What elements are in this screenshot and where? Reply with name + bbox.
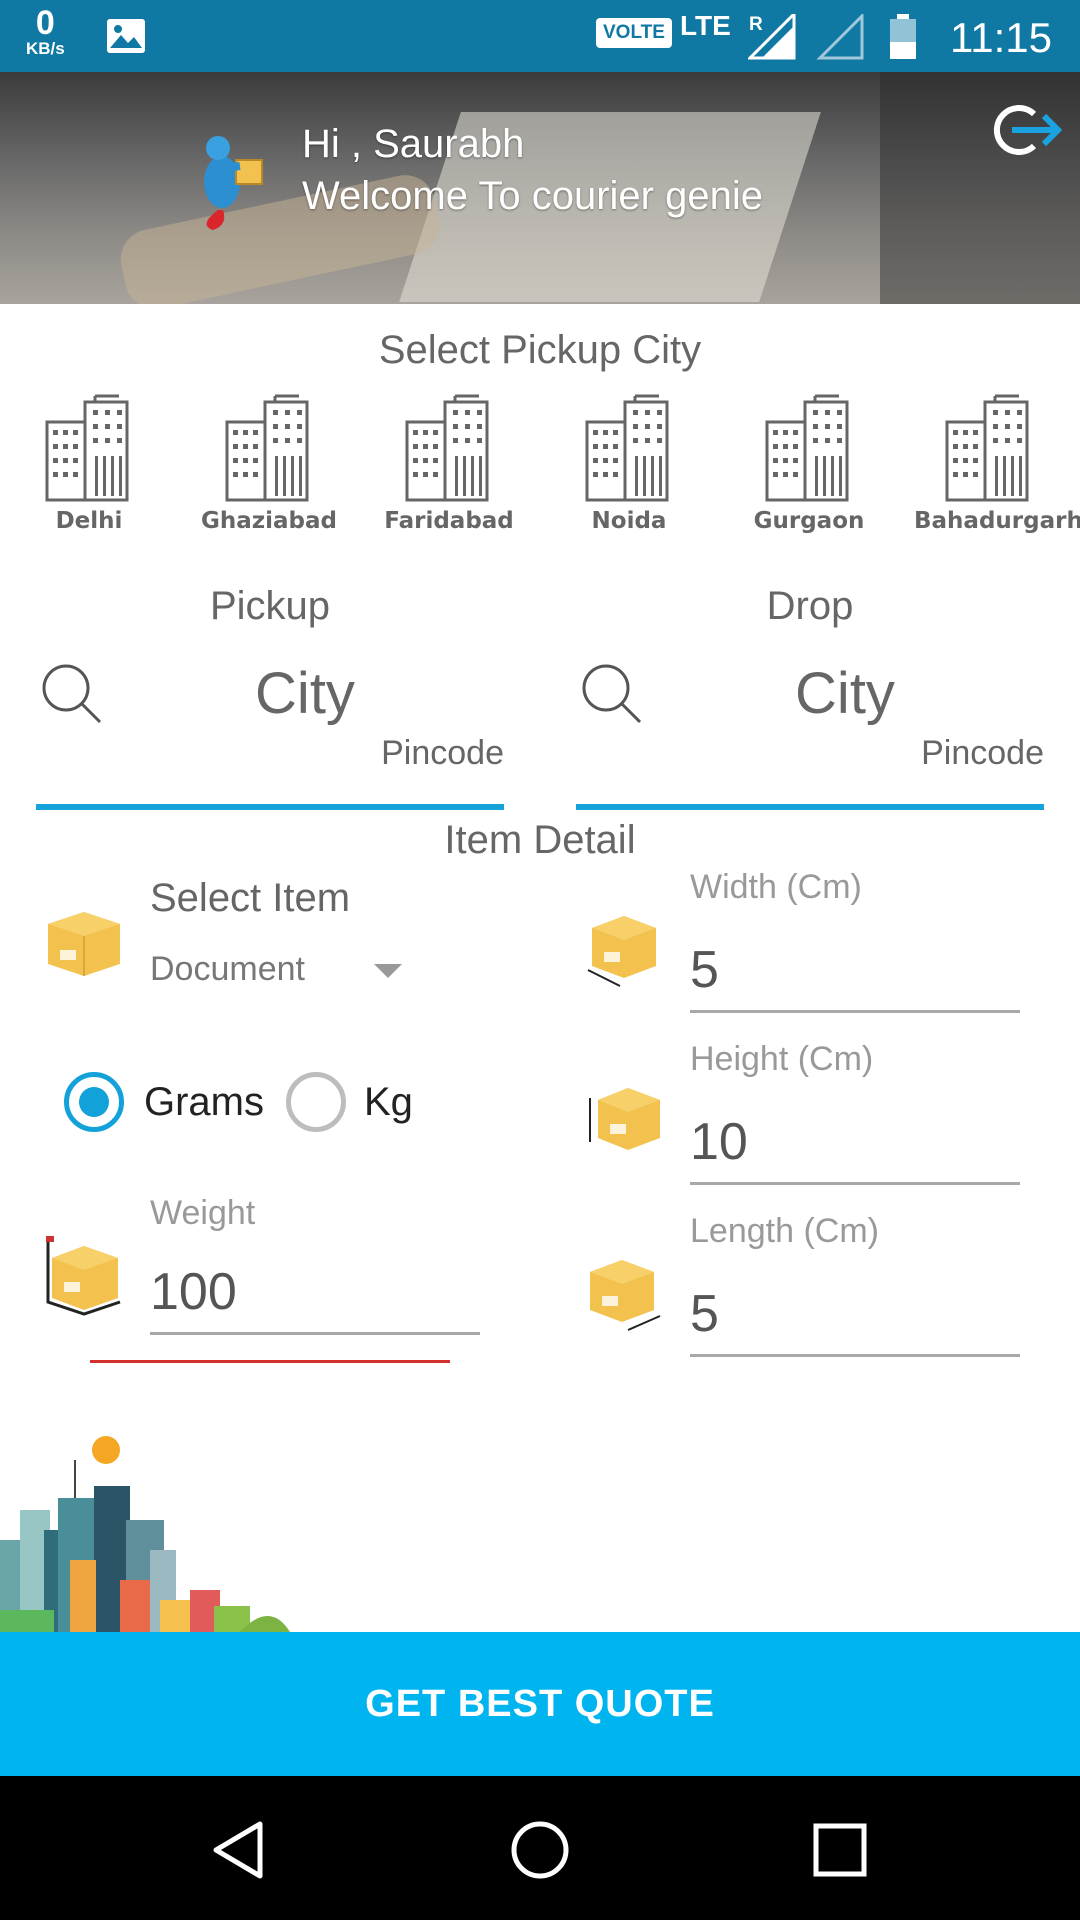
drop-panel: Drop City Pincode <box>540 572 1080 812</box>
greeting-name: Hi , Saurabh <box>302 122 525 166</box>
signal-sim2-icon <box>816 14 864 60</box>
volte-badge: VOLTE <box>596 18 672 48</box>
system-nav-bar <box>0 1776 1080 1920</box>
grams-label: Grams <box>144 1080 264 1124</box>
building-icon <box>945 394 1029 502</box>
chevron-down-icon <box>374 964 402 978</box>
weight-package-icon <box>46 1236 121 1316</box>
city-option-delhi[interactable]: Delhi <box>14 392 164 534</box>
building-icon <box>225 394 309 502</box>
city-option-faridabad[interactable]: Faridabad <box>374 392 524 534</box>
height-underline <box>690 1182 1020 1185</box>
recent-apps-icon[interactable] <box>808 1818 872 1882</box>
width-underline <box>690 1010 1020 1013</box>
city-label: Ghaziabad <box>200 508 337 534</box>
grams-radio[interactable] <box>64 1072 124 1132</box>
width-label: Width (Cm) <box>690 868 862 906</box>
pickup-underline <box>36 804 504 810</box>
pickup-pincode-input[interactable]: Pincode <box>381 734 504 773</box>
city-label: Bahadurgarh <box>914 508 1080 534</box>
weight-error-line <box>90 1360 450 1363</box>
drop-pincode-input[interactable]: Pincode <box>921 734 1044 773</box>
roaming-indicator: R <box>749 14 763 35</box>
back-icon[interactable] <box>208 1818 272 1882</box>
city-label: Delhi <box>55 508 123 534</box>
drop-city-input[interactable]: City <box>740 660 950 727</box>
weight-label: Weight <box>150 1194 256 1232</box>
length-package-icon <box>590 1260 661 1331</box>
drop-underline <box>576 804 1044 810</box>
width-input[interactable]: 5 <box>690 940 719 1000</box>
kg-radio[interactable] <box>286 1072 346 1132</box>
city-label: Noida <box>591 508 667 534</box>
item-detail-title: Item Detail <box>444 818 636 862</box>
battery-icon <box>890 14 916 59</box>
height-label: Height (Cm) <box>690 1040 874 1078</box>
height-input[interactable]: 10 <box>690 1112 748 1172</box>
status-bar: 0 KB/s VOLTE LTE R 11:15 <box>0 0 1080 72</box>
greeting-text: Hi , Saurabh Welcome To courier genie <box>302 118 763 222</box>
length-label: Length (Cm) <box>690 1212 879 1250</box>
pickup-heading: Pickup <box>209 584 331 628</box>
building-icon <box>765 394 849 502</box>
gallery-notification-icon <box>107 19 145 53</box>
pickup-city-input[interactable]: City <box>200 660 410 727</box>
city-option-gurgaon[interactable]: Gurgaon <box>734 392 884 534</box>
kg-label: Kg <box>364 1080 413 1124</box>
logout-icon[interactable] <box>988 100 1064 160</box>
package-icon <box>48 912 120 976</box>
network-speed-unit: KB/s <box>26 39 65 58</box>
select-pickup-city-title: Select Pickup City <box>378 328 702 372</box>
building-icon <box>45 394 129 502</box>
length-input[interactable]: 5 <box>690 1284 719 1344</box>
welcome-header: Hi , Saurabh Welcome To courier genie <box>0 72 1080 304</box>
item-type-value: Document <box>150 950 305 988</box>
item-type-dropdown[interactable]: Document <box>150 950 410 994</box>
city-label: Faridabad <box>384 508 514 534</box>
city-skyline-illustration <box>0 1436 290 1632</box>
weight-input[interactable]: 100 <box>150 1262 237 1322</box>
network-type: LTE <box>680 10 731 41</box>
city-option-noida[interactable]: Noida <box>554 392 704 534</box>
search-icon[interactable] <box>580 662 644 726</box>
clock: 11:15 <box>950 14 1052 61</box>
drop-heading: Drop <box>766 584 854 628</box>
city-list: Delhi Ghaziabad Faridabad Noida Gurgaon … <box>0 392 1080 542</box>
get-best-quote-button[interactable]: GET BEST QUOTE <box>0 1632 1080 1776</box>
welcome-message: Welcome To courier genie <box>302 174 763 218</box>
network-speed-value: 0 <box>35 4 55 42</box>
genie-mascot-icon <box>204 136 263 230</box>
height-package-icon <box>589 1088 660 1150</box>
length-underline <box>690 1354 1020 1357</box>
city-label: Gurgaon <box>753 508 865 534</box>
building-icon <box>585 394 669 502</box>
home-icon[interactable] <box>508 1818 572 1882</box>
building-icon <box>405 394 489 502</box>
weight-underline <box>150 1332 480 1335</box>
search-icon[interactable] <box>40 662 104 726</box>
city-option-ghaziabad[interactable]: Ghaziabad <box>194 392 344 534</box>
network-speed: 0 KB/s <box>26 6 65 57</box>
width-package-icon <box>587 916 656 987</box>
pickup-panel: Pickup City Pincode <box>0 572 540 812</box>
select-item-label: Select Item <box>150 876 351 920</box>
city-option-bahadurgarh[interactable]: Bahadurgarh <box>914 392 1080 534</box>
